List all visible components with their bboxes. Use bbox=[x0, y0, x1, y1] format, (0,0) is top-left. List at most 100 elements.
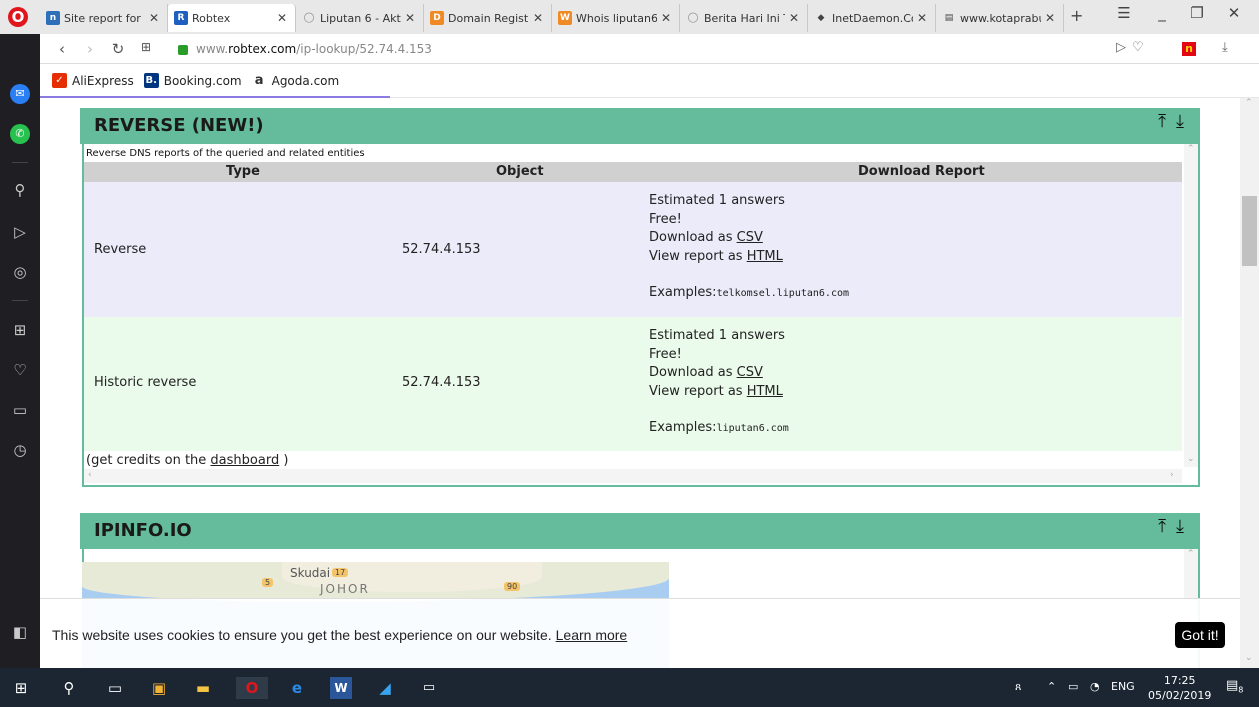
tab-label: www.kotaprabu bbox=[960, 11, 1041, 25]
tab-liputan6[interactable]: ○ Liputan 6 - Aktu ✕ bbox=[296, 4, 424, 32]
language-indicator[interactable]: ENG bbox=[1111, 680, 1135, 693]
download-csv-link[interactable]: CSV bbox=[737, 230, 763, 245]
people-icon[interactable]: ጸ bbox=[1015, 680, 1021, 694]
url-field[interactable]: www. robtex.com/ip-lookup/52.74.4.153 bbox=[178, 38, 1148, 60]
dashboard-link[interactable]: dashboard bbox=[210, 453, 279, 468]
search-icon[interactable]: ⚲ bbox=[10, 180, 30, 200]
word-icon[interactable]: W bbox=[330, 677, 352, 699]
estimated-answers: Estimated 1 answers bbox=[649, 328, 785, 343]
close-icon[interactable]: ✕ bbox=[147, 11, 161, 25]
restore-button[interactable]: ❐ bbox=[1185, 4, 1209, 22]
section-vertical-scrollbar[interactable]: ⌃ ⌄ bbox=[1184, 144, 1198, 467]
flow-icon[interactable]: ▷ bbox=[10, 222, 30, 242]
url-host: robtex.com bbox=[228, 42, 297, 56]
back-button[interactable]: ‹ bbox=[52, 40, 72, 58]
new-tab-button[interactable]: + bbox=[1070, 6, 1083, 25]
task-view-icon[interactable]: ▭ bbox=[104, 677, 126, 699]
close-icon[interactable]: ✕ bbox=[915, 11, 929, 25]
windows-start-icon[interactable]: ⊞ bbox=[10, 677, 32, 699]
scroll-right-icon[interactable]: › bbox=[1170, 470, 1174, 480]
speed-dial-icon[interactable]: ⊞ bbox=[10, 320, 30, 340]
bookmarks-bar: ✓ AliExpress B. Booking.com a Agoda.com bbox=[40, 64, 1259, 98]
whatsapp-icon[interactable]: ✆ bbox=[10, 124, 30, 144]
send-icon[interactable]: ▷ bbox=[1116, 40, 1126, 55]
scroll-up-icon[interactable]: ⌃ bbox=[1187, 144, 1195, 154]
history-icon[interactable]: ◷ bbox=[10, 440, 30, 460]
heart-icon[interactable]: ♡ bbox=[1132, 40, 1144, 55]
tab-domain-registr[interactable]: D Domain Registr ✕ bbox=[424, 4, 552, 32]
minimize-button[interactable]: _ bbox=[1150, 4, 1174, 22]
edge-icon[interactable]: e bbox=[286, 677, 308, 699]
news-icon[interactable]: ▭ bbox=[10, 400, 30, 420]
close-icon[interactable]: ✕ bbox=[403, 11, 417, 25]
got-it-button[interactable]: Got it! bbox=[1175, 622, 1225, 648]
sidebar-toggle-icon[interactable]: ◧ bbox=[10, 622, 30, 642]
forward-button[interactable]: › bbox=[80, 40, 100, 58]
close-icon[interactable]: ✕ bbox=[659, 11, 673, 25]
row-object: 52.74.4.153 bbox=[402, 375, 481, 390]
tab-label: Domain Registr bbox=[448, 11, 529, 25]
download-report: Estimated 1 answers Free! Download as CS… bbox=[649, 192, 849, 304]
notification-center-icon[interactable]: ▤8 bbox=[1226, 678, 1243, 695]
ipinfo-section-header: IPINFO.IO ⤒⤓ bbox=[80, 513, 1200, 549]
messenger-icon[interactable]: ✉ bbox=[10, 84, 30, 104]
scrollbar-thumb[interactable] bbox=[1242, 196, 1257, 266]
search-icon[interactable]: ⚲ bbox=[58, 677, 80, 699]
close-icon[interactable]: ✕ bbox=[787, 11, 801, 25]
scroll-up-icon[interactable]: ⌃ bbox=[1245, 98, 1253, 108]
file-explorer-icon[interactable]: ▬ bbox=[192, 677, 214, 699]
aliexpress-icon: ✓ bbox=[52, 73, 67, 88]
tab-berita[interactable]: ○ Berita Hari Ini Te ✕ bbox=[680, 4, 808, 32]
download-csv-link[interactable]: CSV bbox=[737, 365, 763, 380]
collapse-up-icon[interactable]: ⤒ bbox=[1158, 516, 1176, 537]
table-row: Historic reverse 52.74.4.153 Estimated 1… bbox=[84, 317, 1182, 451]
tab-label: Site report for li bbox=[64, 11, 145, 25]
tab-site-report[interactable]: n Site report for li ✕ bbox=[40, 4, 168, 32]
credits-note: (get credits on the dashboard ) bbox=[86, 453, 288, 468]
clock[interactable]: 17:25 05/02/2019 bbox=[1148, 673, 1211, 703]
bookmark-agoda[interactable]: a Agoda.com bbox=[251, 73, 340, 88]
reload-button[interactable]: ↻ bbox=[108, 40, 128, 58]
opera-taskbar-icon[interactable]: O bbox=[236, 677, 268, 699]
close-icon[interactable]: ✕ bbox=[275, 11, 289, 25]
store-icon[interactable]: ▣ bbox=[148, 677, 170, 699]
wifi-icon[interactable]: ◔ bbox=[1090, 680, 1100, 693]
close-window-button[interactable]: ✕ bbox=[1222, 4, 1246, 22]
tab-robtex[interactable]: R Robtex ✕ bbox=[168, 4, 296, 32]
expand-down-icon[interactable]: ⤓ bbox=[1176, 111, 1194, 132]
battery-icon[interactable]: ▭ bbox=[1068, 680, 1078, 693]
free-label: Free! bbox=[649, 346, 682, 362]
page-scrollbar[interactable]: ⌃ ⌄ bbox=[1240, 98, 1259, 668]
scroll-down-icon[interactable]: ⌄ bbox=[1187, 454, 1195, 464]
road-shield: 90 bbox=[504, 582, 521, 591]
bookmark-label: Agoda.com bbox=[271, 73, 340, 88]
scroll-up-icon[interactable]: ⌃ bbox=[1187, 549, 1195, 559]
tab-inetdaemon[interactable]: ◆ InetDaemon.Co ✕ bbox=[808, 4, 936, 32]
scroll-down-icon[interactable]: ⌄ bbox=[1245, 653, 1253, 663]
tab-whois[interactable]: W Whois liputan6. ✕ bbox=[552, 4, 680, 32]
close-icon[interactable]: ✕ bbox=[531, 11, 545, 25]
snapshot-icon[interactable]: ◎ bbox=[10, 262, 30, 282]
collapse-up-icon[interactable]: ⤒ bbox=[1158, 111, 1176, 132]
tab-favicon-icon: n bbox=[46, 11, 60, 25]
tray-chevron-icon[interactable]: ⌃ bbox=[1047, 680, 1056, 693]
view-html-link[interactable]: HTML bbox=[747, 249, 783, 264]
bookmarks-heart-icon[interactable]: ♡ bbox=[10, 360, 30, 380]
tabs-grid-icon[interactable]: ⊞ bbox=[136, 40, 156, 54]
learn-more-link[interactable]: Learn more bbox=[556, 627, 628, 643]
scroll-left-icon[interactable]: ‹ bbox=[88, 470, 92, 480]
bookmark-booking[interactable]: B. Booking.com bbox=[143, 73, 242, 88]
extension-icon[interactable]: n bbox=[1182, 42, 1196, 56]
terminal-icon[interactable]: ▭ bbox=[418, 677, 440, 699]
bookmark-aliexpress[interactable]: ✓ AliExpress bbox=[52, 73, 134, 88]
tab-menu-icon[interactable]: ☰ bbox=[1112, 4, 1136, 22]
sharkbite-icon[interactable]: ◢ bbox=[374, 677, 396, 699]
view-html-link[interactable]: HTML bbox=[747, 384, 783, 399]
section-horizontal-scrollbar[interactable]: ‹ › bbox=[84, 469, 1182, 483]
close-icon[interactable]: ✕ bbox=[1043, 11, 1057, 25]
download-icon[interactable]: ⤓ bbox=[1222, 40, 1228, 55]
expand-down-icon[interactable]: ⤓ bbox=[1176, 516, 1194, 537]
tab-loading-icon: ○ bbox=[303, 10, 315, 25]
tab-kotaprabu[interactable]: ▤ www.kotaprabu ✕ bbox=[936, 4, 1064, 32]
opera-logo-icon[interactable]: O bbox=[8, 7, 28, 27]
